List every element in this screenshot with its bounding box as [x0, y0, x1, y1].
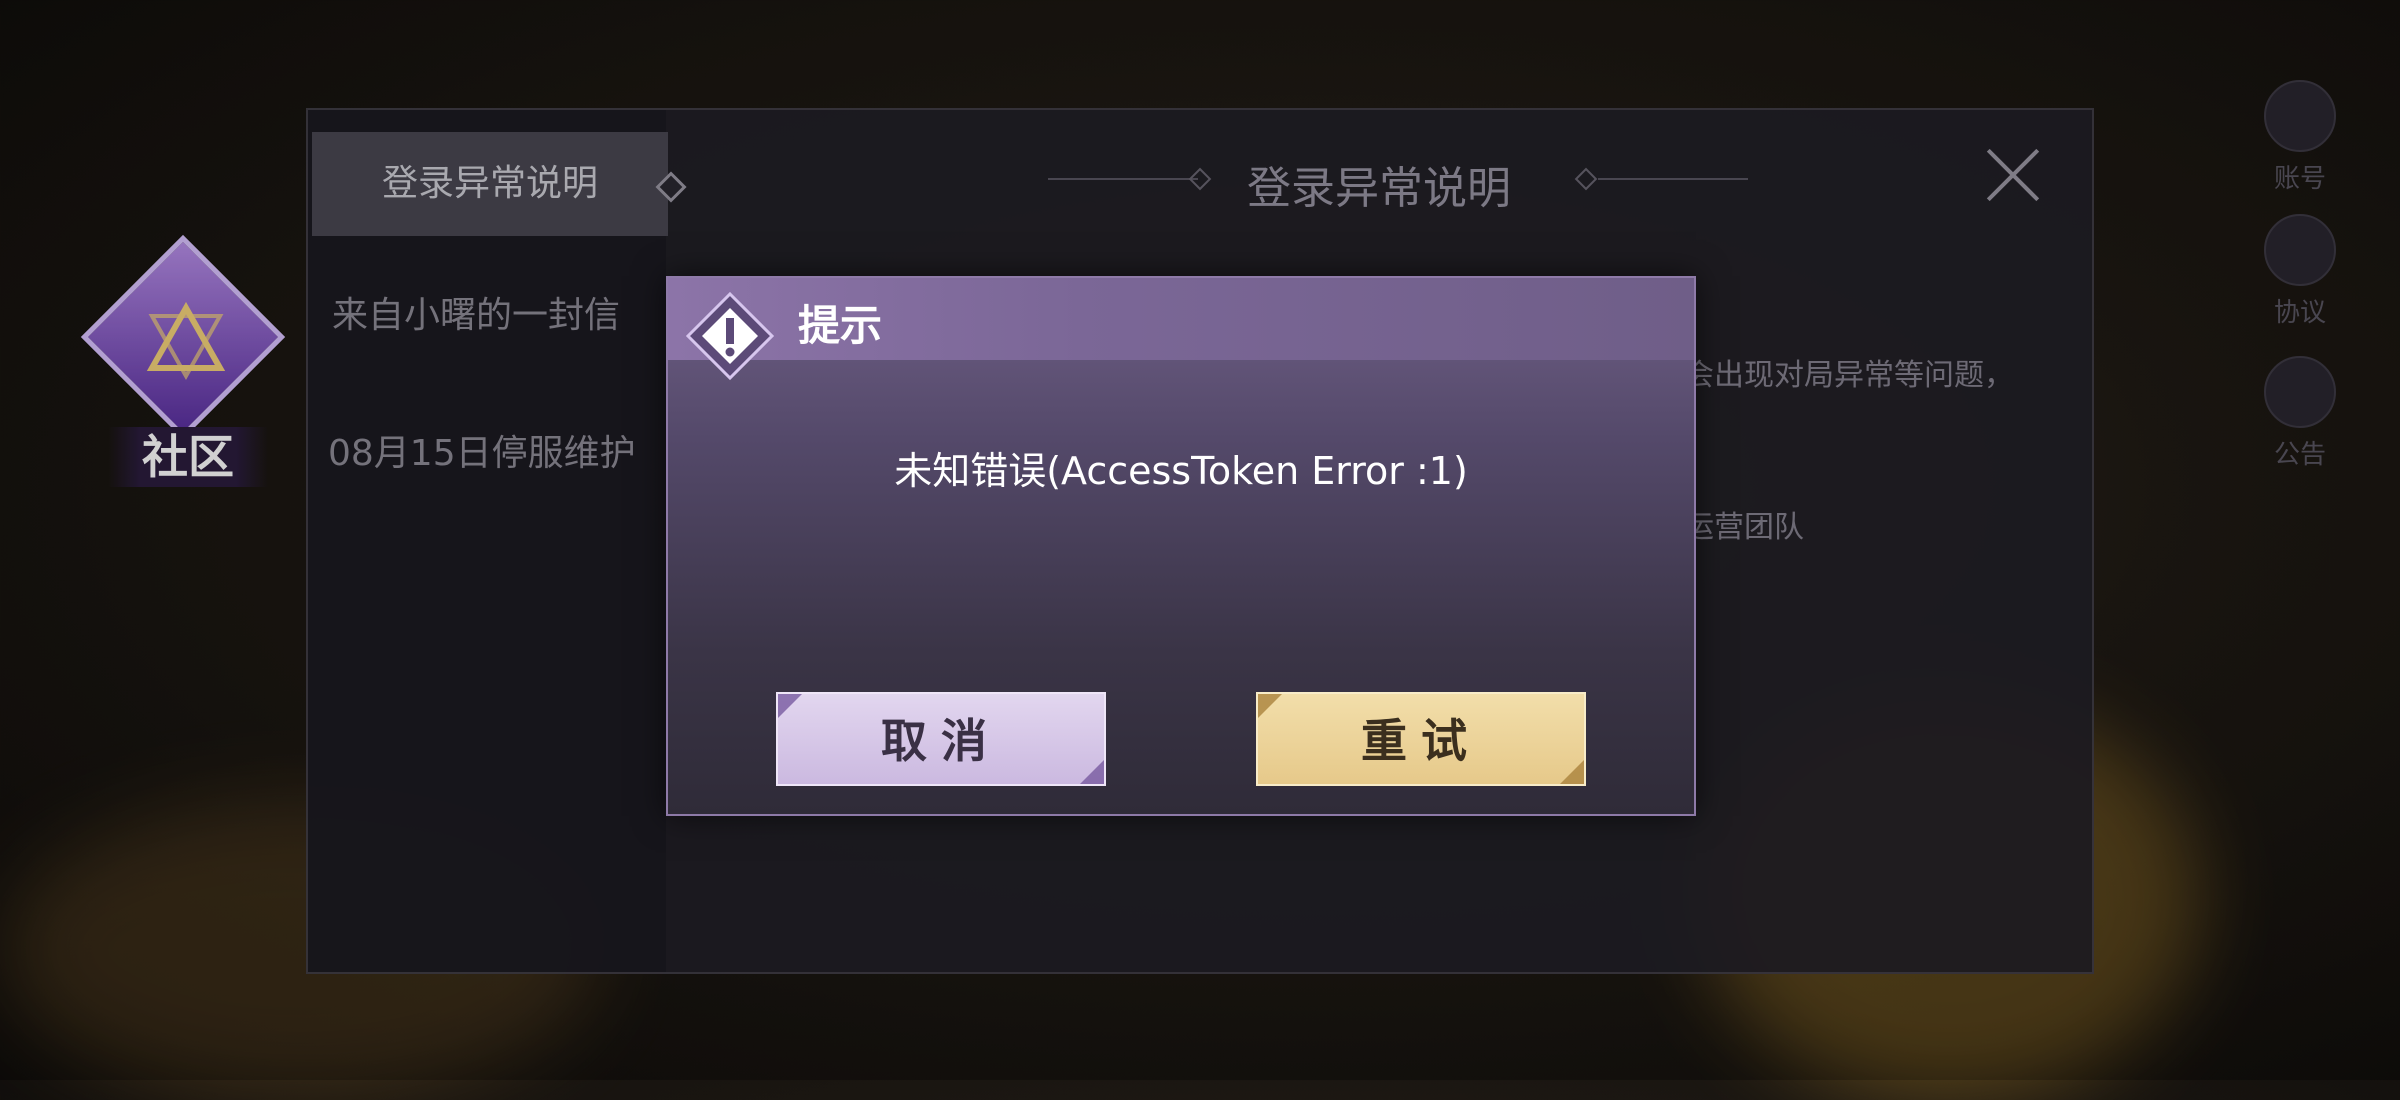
warning-icon [685, 291, 775, 381]
retry-button[interactable]: 重试 [1256, 692, 1586, 786]
error-dialog: 提示 未知错误(AccessToken Error :1) 取消 重试 [666, 276, 1696, 816]
error-message: 未知错误(AccessToken Error :1) [894, 449, 1468, 493]
cancel-button[interactable]: 取消 [776, 692, 1106, 786]
dialog-title: 提示 [798, 301, 883, 350]
